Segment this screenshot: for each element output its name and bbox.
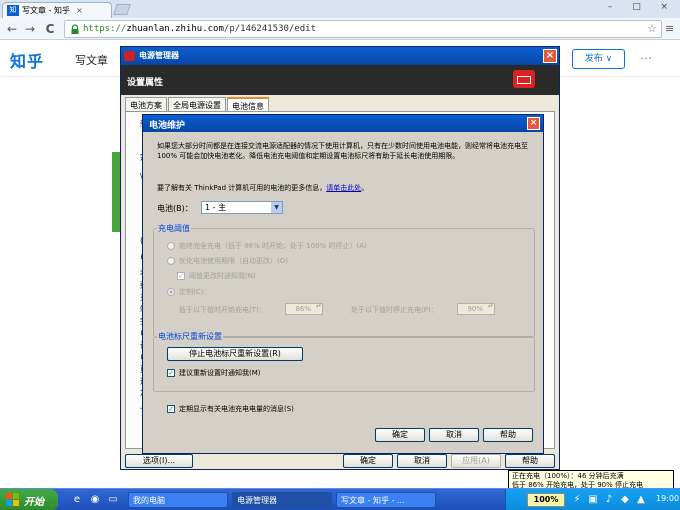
battery-maintenance-dialog: 电池维护 × 如果您大部分时间都是在连接交流电源适配器的情况下使用计算机，只有在… — [142, 114, 544, 454]
taskbar-item-power-manager[interactable]: 电源管理器 — [232, 492, 332, 508]
battery-select-value: 1 - 主 — [205, 203, 227, 212]
write-article-label: 写文章 — [75, 54, 108, 67]
optimize-label: 优化电池使用期限（自动更改）(O) — [179, 257, 288, 265]
tab-global-power[interactable]: 全局电源设置 — [168, 97, 226, 111]
bm-help-button[interactable]: 帮助 — [483, 428, 533, 442]
power-manager-close-button[interactable]: × — [543, 49, 557, 63]
battery-maintenance-body: 如果您大部分时间都是在连接交流电源适配器的情况下使用计算机，只有在少数时间使用电… — [143, 132, 543, 453]
periodic-message-checkbox[interactable]: ✓ — [167, 405, 175, 413]
taskbar-item-my-computer[interactable]: 我的电脑 — [128, 492, 228, 508]
start-button[interactable]: 开始 — [0, 489, 58, 510]
pm-cancel-button[interactable]: 取消 — [397, 454, 447, 468]
stop-charge-spinner[interactable]: 90% — [457, 303, 495, 315]
windows-flag-icon — [6, 493, 19, 506]
zhihu-logo[interactable]: 知乎 — [10, 48, 44, 72]
address-bar[interactable]: https://zhuanlan.zhihu.com/p/146241530/e… — [64, 20, 662, 38]
pm-apply-button[interactable]: 应用(A) — [451, 454, 501, 468]
power-manager-title: 电源管理器 — [139, 51, 179, 60]
battery-select[interactable]: 1 - 主 ▼ — [201, 201, 283, 214]
minimize-icon[interactable]: – — [608, 2, 613, 16]
browser-menu-icon[interactable]: ≡ — [665, 22, 674, 35]
always-full-radio[interactable] — [167, 242, 175, 250]
system-tray: 100% ⚡ ▣ ♪ ◆ ▲ 19:00 — [505, 489, 680, 510]
stop-charge-label: 处于以下值时停止充电(P)： — [351, 306, 438, 314]
publish-button[interactable]: 发布 ∨ — [572, 49, 625, 69]
power-manager-titlebar[interactable]: 电源管理器 — [121, 47, 559, 65]
background-window-edge — [112, 152, 120, 232]
custom-radio[interactable] — [167, 288, 175, 296]
new-tab-button[interactable] — [113, 4, 131, 15]
browser-toolbar: ← → C https://zhuanlan.zhihu.com/p/14624… — [0, 18, 680, 40]
tray-security-icon[interactable]: ◆ — [618, 493, 632, 507]
chevron-down-icon[interactable]: ▼ — [271, 202, 282, 213]
browser-tab[interactable]: 知写文章 - 知乎 × — [2, 2, 112, 18]
maintenance-description: 如果您大部分时间都是在连接交流电源适配器的情况下使用计算机，只有在少数时间使用电… — [157, 142, 528, 160]
battery-icon — [513, 70, 535, 88]
calibration-group — [153, 336, 535, 392]
pm-ok-button[interactable]: 确定 — [343, 454, 393, 468]
more-options-icon[interactable]: ⋯ — [640, 51, 652, 65]
power-manager-app-icon — [124, 51, 135, 61]
optimize-radio[interactable] — [167, 257, 175, 265]
media-quicklaunch-icon[interactable]: ◉ — [88, 493, 102, 507]
tray-network-icon[interactable]: ▣ — [586, 493, 600, 507]
battery-maintenance-close-button[interactable]: × — [527, 117, 540, 130]
power-manager-tabs: 电池方案 全局电源设置 电池信息 — [125, 97, 270, 112]
maximize-icon[interactable]: □ — [632, 2, 641, 16]
start-label: 开始 — [24, 497, 44, 508]
reload-icon[interactable]: C — [42, 21, 58, 37]
bookmark-star-icon[interactable]: ☆ — [647, 22, 657, 35]
power-manager-header: 设置属性 — [121, 65, 559, 95]
url-text: https://zhuanlan.zhihu.com/p/146241530/e… — [83, 24, 317, 34]
clock[interactable]: 19:00 — [656, 494, 679, 503]
tab-close-icon[interactable]: × — [76, 6, 83, 15]
window-close-icon[interactable]: × — [661, 2, 669, 16]
start-charge-label: 低于以下值时开始充电(T)： — [179, 306, 266, 314]
battery-maintenance-titlebar[interactable]: 电池维护 — [143, 115, 543, 132]
battery-select-label: 电池(B)： — [157, 204, 193, 213]
power-manager-button-row: 选项(I)... 确定 取消 应用(A) 帮助 — [121, 451, 559, 471]
pm-help-button[interactable]: 帮助 — [505, 454, 555, 468]
periodic-message-label: 定期显示有关电池充电电量的消息(S) — [179, 405, 294, 413]
more-info-link[interactable]: 请单击此处 — [326, 184, 361, 192]
charge-threshold-title: 充电阈值 — [157, 223, 191, 234]
battery-maintenance-title: 电池维护 — [149, 121, 186, 131]
desktop-quicklaunch-icon[interactable]: ▭ — [106, 493, 120, 507]
taskbar: 开始 e ◉ ▭ 我的电脑 电源管理器 写文章 - 知乎 - ... 100% … — [0, 488, 680, 510]
calibration-title: 电池标尺重新设置 — [157, 331, 223, 342]
browser-tab-bar: 知写文章 - 知乎 × – □ × — [0, 0, 680, 18]
more-info-text: 要了解有关 ThinkPad 计算机可用的电池的更多信息，请单击此处。 — [157, 184, 369, 192]
bm-cancel-button[interactable]: 取消 — [429, 428, 479, 442]
browser-tab-title: 写文章 - 知乎 — [22, 6, 70, 15]
battery-gauge[interactable]: 100% — [527, 493, 565, 507]
always-full-label: 始终完全充电（低于 96% 时开始；处于 100% 时停止）(A) — [179, 242, 367, 250]
battery-tooltip: 正在充电（100%）：46 分钟后充满 低于 86% 开始充电，处于 90% 停… — [508, 470, 674, 490]
notify-threshold-label: 阈值更改时通知我(N) — [189, 272, 256, 280]
bm-ok-button[interactable]: 确定 — [375, 428, 425, 442]
notify-threshold-checkbox[interactable]: ✓ — [177, 272, 185, 280]
tray-ime-icon[interactable]: ▲ — [634, 493, 648, 507]
tab-battery-plan[interactable]: 电池方案 — [125, 97, 167, 111]
zhihu-favicon-icon: 知 — [7, 5, 19, 16]
suggest-notify-label: 建议重新设置时通知我(M) — [179, 369, 261, 377]
settings-header-label: 设置属性 — [127, 78, 164, 88]
tooltip-line-1: 正在充电（100%）：46 分钟后充满 — [512, 472, 624, 480]
ie-quicklaunch-icon[interactable]: e — [70, 493, 84, 507]
tray-volume-icon[interactable]: ♪ — [602, 493, 616, 507]
options-button[interactable]: 选项(I)... — [125, 454, 193, 468]
forward-icon[interactable]: → — [22, 21, 38, 37]
back-icon[interactable]: ← — [4, 21, 20, 37]
suggest-notify-checkbox[interactable]: ✓ — [167, 369, 175, 377]
tab-battery-info[interactable]: 电池信息 — [227, 97, 269, 112]
stop-calibration-button[interactable]: 停止电池标尺重新设置(R) — [167, 347, 303, 361]
start-charge-spinner[interactable]: 86% — [285, 303, 323, 315]
custom-label: 定制(C)： — [179, 288, 211, 296]
taskbar-item-zhihu[interactable]: 写文章 - 知乎 - ... — [336, 492, 436, 508]
window-controls: – □ × — [598, 2, 678, 16]
tray-power-icon[interactable]: ⚡ — [570, 493, 584, 507]
lock-icon — [71, 24, 79, 34]
